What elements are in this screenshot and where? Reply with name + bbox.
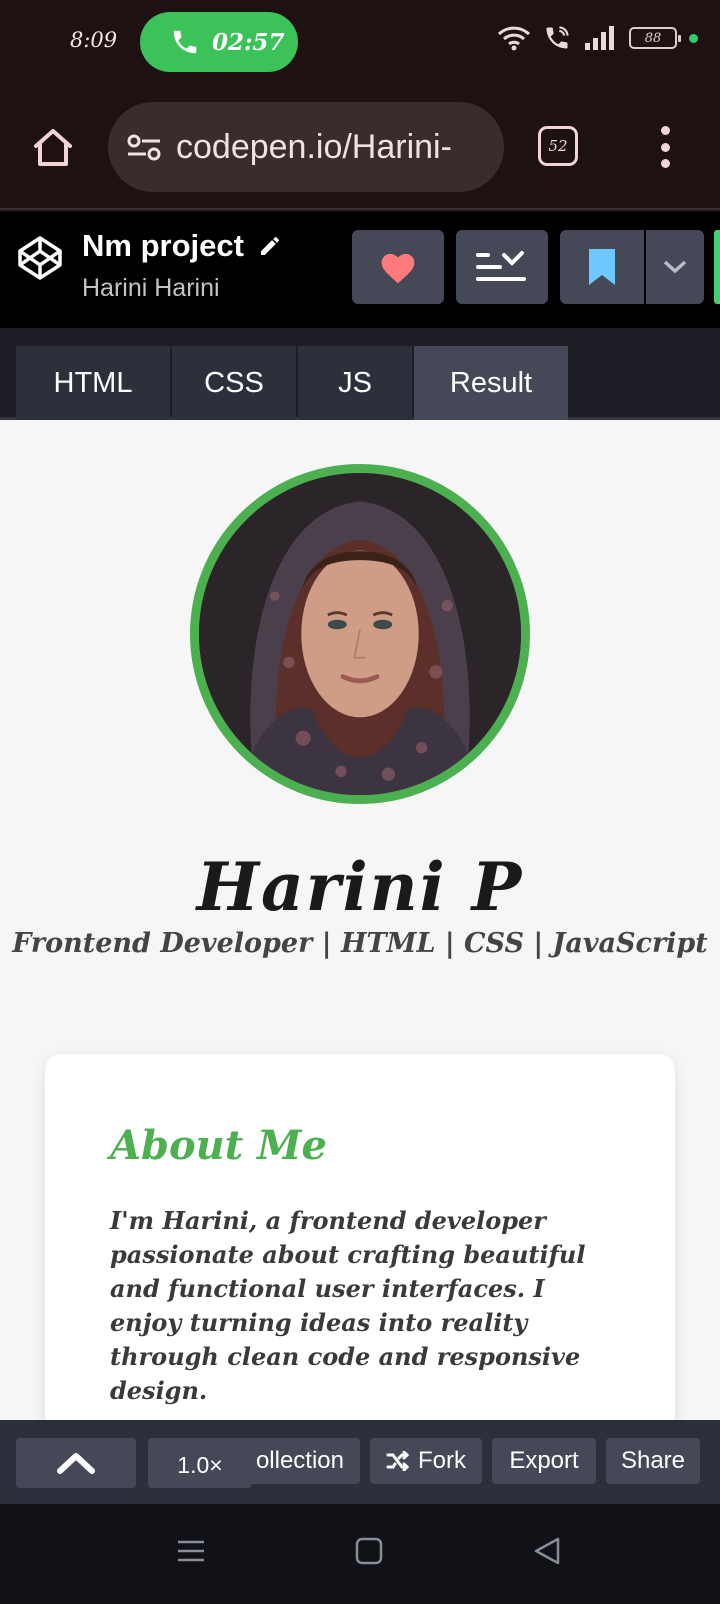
wifi-calling-icon: [546, 26, 569, 49]
chevron-up-icon: [57, 1453, 95, 1474]
project-author: Harini Harini: [82, 274, 220, 302]
result-preview: Harini P Frontend Developer | HTML | CSS…: [0, 420, 720, 1420]
editor-tabs: HTML CSS JS Result: [0, 328, 720, 420]
change-view-button[interactable]: [456, 230, 548, 304]
profile-photo: [190, 464, 530, 804]
project-title-row: Nm project: [82, 228, 282, 264]
back-icon[interactable]: [532, 1536, 562, 1566]
system-navigation-bar: [0, 1504, 720, 1604]
bottom-toolbar: ollection 1.0× Fork Export Share: [0, 1420, 720, 1504]
status-icons: 88: [497, 24, 698, 52]
browser-menu-icon[interactable]: [650, 122, 680, 172]
home-square-icon[interactable]: [354, 1536, 384, 1566]
recent-apps-icon[interactable]: [176, 1536, 206, 1566]
ongoing-call-pill[interactable]: 02:57: [140, 12, 298, 72]
bookmark-icon: [589, 249, 615, 285]
wifi-icon: [497, 26, 531, 51]
tab-css[interactable]: CSS: [172, 346, 296, 420]
status-time: 8:09: [70, 28, 118, 52]
home-icon[interactable]: [30, 124, 76, 170]
site-settings-icon[interactable]: [126, 132, 162, 162]
fork-label: Fork: [418, 1447, 466, 1474]
fork-button[interactable]: Fork: [370, 1438, 482, 1484]
chevron-down-icon: [663, 260, 687, 274]
about-title: About Me: [110, 1122, 327, 1169]
fork-icon: [386, 1451, 410, 1471]
url-text: codepen.io/Harini-: [176, 127, 452, 166]
tab-result[interactable]: Result: [414, 346, 568, 420]
project-title: Nm project: [82, 228, 244, 263]
heart-icon: [381, 253, 415, 284]
battery-icon: 88: [629, 27, 681, 49]
about-text: I'm Harini, a frontend developer passion…: [110, 1206, 586, 1405]
signal-icon: [585, 26, 614, 50]
about-card: About Me I'm Harini, a frontend develope…: [45, 1054, 675, 1420]
call-timer: 02:57: [212, 28, 285, 56]
tab-switcher-button[interactable]: 52: [538, 126, 578, 166]
tab-html[interactable]: HTML: [16, 346, 170, 420]
bookmark-button[interactable]: [560, 230, 644, 304]
share-button[interactable]: Share: [606, 1438, 700, 1484]
profile-name: Harini P: [196, 848, 524, 926]
browser-toolbar: codepen.io/Harini- 52: [0, 84, 720, 210]
profile-subtitle: Frontend Developer | HTML | CSS | JavaSc…: [12, 928, 708, 959]
status-bar: 8:09 02:57 88: [0, 0, 720, 84]
profile-photo-art: [199, 473, 521, 795]
codepen-header: Nm project Harini Harini: [0, 212, 720, 328]
edit-pencil-icon[interactable]: [258, 234, 282, 258]
layout-icon: [476, 251, 526, 281]
phone-icon: [173, 30, 197, 54]
expand-up-button[interactable]: [16, 1438, 136, 1488]
more-options-dropdown[interactable]: [646, 230, 704, 304]
privacy-indicator-dot: [689, 33, 698, 43]
zoom-level[interactable]: 1.0×: [148, 1442, 252, 1488]
export-button[interactable]: Export: [492, 1438, 596, 1484]
save-button-edge[interactable]: [714, 230, 720, 304]
codepen-logo-icon[interactable]: [16, 234, 64, 282]
like-button[interactable]: [352, 230, 444, 304]
tab-js[interactable]: JS: [298, 346, 412, 420]
address-bar[interactable]: codepen.io/Harini-: [108, 102, 504, 192]
